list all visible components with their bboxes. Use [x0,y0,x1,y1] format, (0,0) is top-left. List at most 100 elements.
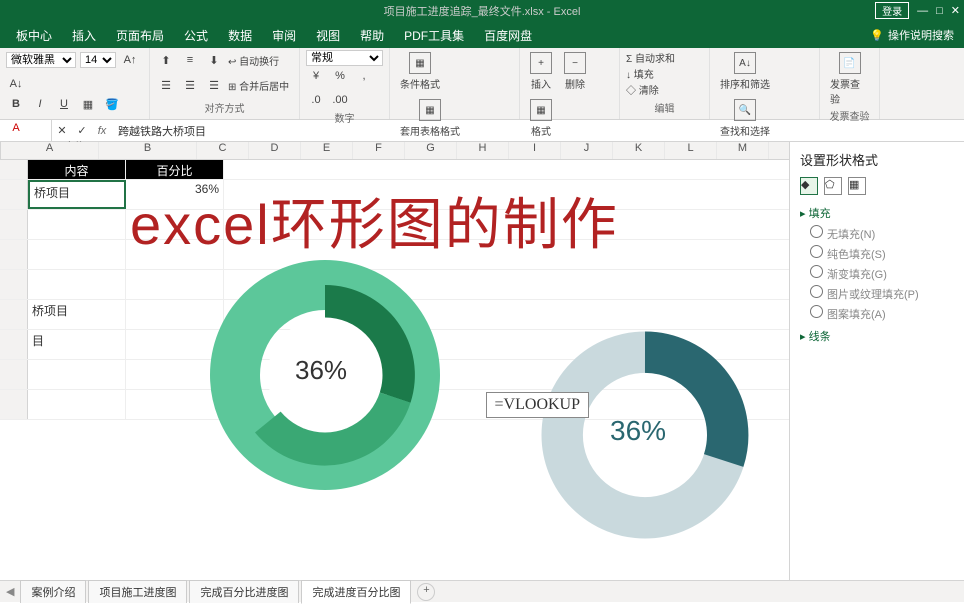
name-box[interactable] [0,120,52,141]
window-title: 项目施工进度追踪_最终文件.xlsx - Excel [384,3,581,19]
col-header-j[interactable]: J [561,142,613,159]
col-header-l[interactable]: L [665,142,717,159]
cell-a6[interactable]: 桥项目 [28,300,126,329]
col-header-h[interactable]: H [457,142,509,159]
font-name-select[interactable]: 微软雅黑 [6,52,76,68]
fill-color-icon[interactable]: 🪣 [102,94,122,114]
tab-layout[interactable]: 页面布局 [106,22,174,48]
formula-input[interactable]: 跨越铁路大桥项目 [112,123,964,139]
tab-data[interactable]: 数据 [218,22,262,48]
pane-title: 设置形状格式 [800,150,954,169]
vlookup-textbox[interactable]: =VLOOKUP [486,392,589,418]
tab-baidu[interactable]: 百度网盘 [474,22,542,48]
fill-picture-radio[interactable]: 图片或纹理填充(P) [810,285,954,302]
group-align: 对齐方式 [156,100,293,117]
col-header-b[interactable]: B [99,142,197,159]
delete-button[interactable]: −删除 [560,50,590,93]
col-header-g[interactable]: G [405,142,457,159]
wrap-text-button[interactable]: ↩ 自动换行 [228,53,279,68]
donut-1-label: 36% [295,355,347,386]
tell-me-search[interactable]: 💡 操作说明搜索 [860,22,964,48]
active-cell[interactable]: 桥项目 [28,180,126,209]
fill-gradient-radio[interactable]: 渐变填充(G) [810,265,954,282]
tab-template[interactable]: 板中心 [6,22,62,48]
title-bar: 项目施工进度追踪_最终文件.xlsx - Excel 登录 — □ ✕ [0,0,964,22]
tab-nav-prev-icon[interactable]: ◀ [6,585,14,598]
decimal-inc-icon[interactable]: .0 [306,90,326,110]
sheet-tab-3[interactable]: 完成进度百分比图 [301,580,411,604]
sheet-tabs: ◀ 案例介绍 项目施工进度图 完成百分比进度图 完成进度百分比图 + [0,580,964,602]
autosum-button[interactable]: Σ 自动求和 [626,50,675,65]
font-size-select[interactable]: 14 [80,52,116,68]
col-header-e[interactable]: E [301,142,353,159]
maximize-icon[interactable]: □ [936,5,943,17]
group-editing: 编辑 [626,100,703,117]
col-header-a[interactable]: A [1,142,99,159]
align-left-icon[interactable]: ☰ [156,75,176,95]
increase-font-icon[interactable]: A↑ [120,50,140,70]
fill-solid-radio[interactable]: 纯色填充(S) [810,245,954,262]
invoice-check-button[interactable]: 📄发票查验 [826,50,873,108]
insert-button[interactable]: +插入 [526,50,556,93]
minimize-icon[interactable]: — [917,5,928,17]
chart-area[interactable]: 36% 36% [180,160,780,560]
bold-icon[interactable]: B [6,94,26,114]
tab-view[interactable]: 视图 [306,22,350,48]
header-cell-content[interactable]: 内容 [28,160,126,179]
conditional-format-button[interactable]: ▦条件格式 [396,50,444,93]
col-header-f[interactable]: F [353,142,405,159]
col-header-k[interactable]: K [613,142,665,159]
login-button[interactable]: 登录 [875,2,909,19]
donut-2-label: 36% [610,415,666,447]
col-header-d[interactable]: D [249,142,301,159]
align-center-icon[interactable]: ☰ [180,75,200,95]
size-tab-icon[interactable]: ▦ [848,177,866,195]
percent-icon[interactable]: % [330,66,350,86]
close-icon[interactable]: ✕ [951,4,960,17]
confirm-formula-icon[interactable]: ✓ [72,121,92,141]
add-sheet-button[interactable]: + [417,583,435,601]
col-header-i[interactable]: I [509,142,561,159]
fill-line-tab-icon[interactable]: ◆ [800,177,818,195]
align-right-icon[interactable]: ☰ [204,75,224,95]
tab-formula[interactable]: 公式 [174,22,218,48]
fill-none-radio[interactable]: 无填充(N) [810,225,954,242]
italic-icon[interactable]: I [30,94,50,114]
col-header-c[interactable]: C [197,142,249,159]
align-top-icon[interactable]: ⬆ [156,50,176,70]
number-format-select[interactable]: 常规 [306,50,383,66]
merge-center-button[interactable]: ⊞ 合并后居中 [228,78,289,93]
cancel-formula-icon[interactable]: ✕ [52,121,72,141]
tab-pdf[interactable]: PDF工具集 [394,22,474,48]
underline-icon[interactable]: U [54,94,74,114]
fill-pattern-radio[interactable]: 图案填充(A) [810,305,954,322]
currency-icon[interactable]: ¥ [306,66,326,86]
tab-help[interactable]: 帮助 [350,22,394,48]
ribbon: 微软雅黑 14 A↑ A↓ B I U ▦ 🪣 A 字体 ⬆ ≡ ⬇ ↩ 自动换… [0,48,964,120]
sort-filter-button[interactable]: A↓排序和筛选 [716,50,774,93]
decrease-font-icon[interactable]: A↓ [6,74,26,94]
col-header-n[interactable]: N [769,142,789,159]
sheet-tab-1[interactable]: 项目施工进度图 [88,580,187,603]
fill-section[interactable]: ▸ 填充 [800,205,954,221]
worksheet[interactable]: A B C D E F G H I J K L M N 内容 百分比 桥项目 3… [0,142,789,580]
line-section[interactable]: ▸ 线条 [800,328,954,344]
column-headers: A B C D E F G H I J K L M N [0,142,789,160]
col-header-m[interactable]: M [717,142,769,159]
clear-button[interactable]: ◇ 清除 [626,82,659,97]
comma-icon[interactable]: , [354,66,374,86]
align-middle-icon[interactable]: ≡ [180,50,200,70]
cell-a7[interactable]: 目 [28,330,126,359]
fill-button[interactable]: ↓ 填充 [626,66,654,81]
decimal-dec-icon[interactable]: .00 [330,90,350,110]
menu-bar: 板中心 插入 页面布局 公式 数据 审阅 视图 帮助 PDF工具集 百度网盘 💡… [0,22,964,48]
align-bottom-icon[interactable]: ⬇ [204,50,224,70]
sheet-tab-0[interactable]: 案例介绍 [20,580,86,603]
border-icon[interactable]: ▦ [78,94,98,114]
sheet-tab-2[interactable]: 完成百分比进度图 [189,580,299,603]
tab-insert[interactable]: 插入 [62,22,106,48]
fx-icon[interactable]: fx [92,125,112,137]
effects-tab-icon[interactable]: ⬠ [824,177,842,195]
tab-review[interactable]: 审阅 [262,22,306,48]
format-shape-pane: 设置形状格式 ◆ ⬠ ▦ ▸ 填充 无填充(N) 纯色填充(S) 渐变填充(G)… [789,142,964,580]
